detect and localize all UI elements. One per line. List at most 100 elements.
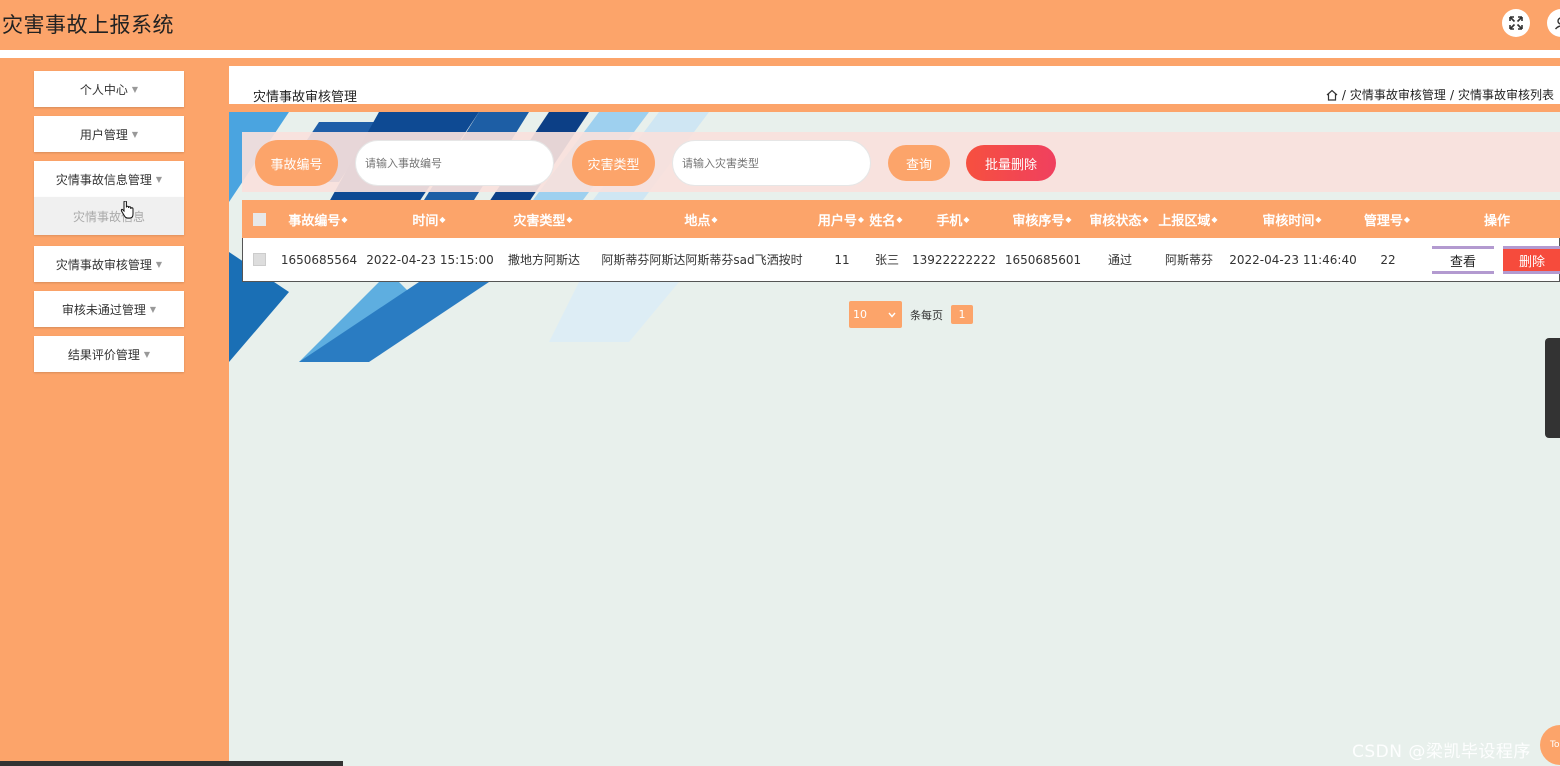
page-size-select[interactable]: 10 xyxy=(849,301,902,328)
page-number-button[interactable]: 1 xyxy=(951,305,973,324)
checkbox-box xyxy=(252,253,266,266)
breadcrumb: / 灾情事故审核管理 / 灾情事故审核列表 xyxy=(1326,86,1554,103)
row-checkbox[interactable] xyxy=(251,238,267,281)
table-cell: 撒地方阿斯达 xyxy=(507,253,580,267)
breadcrumb-bar: 灾情事故审核管理 / 灾情事故审核管理 / 灾情事故审核列表 xyxy=(229,66,1560,105)
table-cell: 22 xyxy=(1380,252,1396,267)
home-icon[interactable] xyxy=(1326,89,1338,101)
column-header[interactable]: 用户号 ◆ xyxy=(816,200,866,238)
breadcrumb-bottom-strip xyxy=(229,104,1560,112)
content-top-strip xyxy=(229,58,1560,66)
user-icon[interactable] xyxy=(1547,9,1560,37)
view-button[interactable]: 查看 xyxy=(1432,246,1494,274)
table-header: 事故编号 ◆ 时间 ◆ 灾害类型 ◆ 地点 ◆ 用户号 ◆ 姓名 ◆ 手机 ◆ 审核序号 ◆ 审… xyxy=(242,200,1560,238)
sidebar-item-review-failed[interactable]: 审核未通过管理 ▼ xyxy=(34,291,184,327)
chevron-down-icon xyxy=(888,312,896,318)
column-header[interactable]: 事故编号 ◆ xyxy=(278,200,358,238)
bottom-scrollbar[interactable] xyxy=(0,761,343,766)
table-cell: 1650685601 xyxy=(1004,252,1082,267)
disaster-type-input[interactable] xyxy=(672,140,871,186)
table-cell: 11 xyxy=(834,252,850,267)
table-cell: 13922222222 xyxy=(912,252,996,267)
column-header: 操作 xyxy=(1422,200,1560,238)
column-header[interactable]: 姓名 ◆ xyxy=(866,200,906,238)
select-all-checkbox[interactable] xyxy=(251,200,267,238)
batch-delete-button[interactable]: 批量删除 xyxy=(966,145,1056,181)
column-header-label: 用户号 xyxy=(817,213,857,229)
sort-icon: ◆ xyxy=(1142,214,1149,224)
column-header[interactable]: 上报区域 ◆ xyxy=(1154,200,1222,238)
column-header-label: 地点 xyxy=(684,213,711,229)
column-header-label: 灾害类型 xyxy=(513,213,566,229)
sort-icon: ◆ xyxy=(341,214,348,224)
sort-icon: ◆ xyxy=(439,214,446,224)
column-header-label: 操作 xyxy=(1483,213,1510,229)
back-to-top-label: To xyxy=(1550,740,1560,750)
submenu-item-label: 灾情事故信息 xyxy=(72,209,145,224)
accident-number-input[interactable] xyxy=(355,140,554,186)
column-header[interactable]: 地点 ◆ xyxy=(586,200,816,238)
caret-down-icon: ▼ xyxy=(149,304,157,314)
header-divider xyxy=(0,50,1560,58)
column-header[interactable]: 手机 ◆ xyxy=(906,200,1000,238)
sidebar-item-result-evaluation[interactable]: 结果评价管理 ▼ xyxy=(34,336,184,372)
app-header: 灾害事故上报系统 xyxy=(0,0,1560,50)
sort-icon: ◆ xyxy=(1403,214,1411,224)
column-header-label: 姓名 xyxy=(869,213,896,229)
data-table: 事故编号 ◆ 时间 ◆ 灾害类型 ◆ 地点 ◆ 用户号 ◆ 姓名 ◆ 手机 ◆ 审核序号 ◆ 审… xyxy=(242,200,1560,282)
column-header[interactable]: 审核时间 ◆ xyxy=(1222,200,1362,238)
submenu-item-disaster-info[interactable]: 灾情事故信息 xyxy=(34,197,184,235)
breadcrumb-item: 灾情事故审核列表 xyxy=(1457,88,1554,102)
breadcrumb-item[interactable]: 灾情事故审核管理 xyxy=(1350,86,1446,103)
column-header[interactable]: 灾害类型 ◆ xyxy=(500,200,586,238)
expand-icon[interactable] xyxy=(1502,9,1530,37)
column-header-label: 审核序号 xyxy=(1012,213,1065,229)
per-page-label: 条每页 xyxy=(910,308,943,322)
hand-cursor-icon xyxy=(120,201,134,219)
table-cell: 阿斯蒂芬阿斯达阿斯蒂芬sad飞洒按时 xyxy=(601,253,803,267)
caret-down-icon: ▼ xyxy=(155,174,163,184)
checkbox-box xyxy=(252,212,266,226)
sort-icon: ◆ xyxy=(566,214,573,224)
column-header-label: 手机 xyxy=(936,213,963,229)
column-header-label: 上报区域 xyxy=(1158,213,1211,229)
user-icon-svg xyxy=(1554,17,1560,30)
disaster-type-label: 灾害类型 xyxy=(572,140,655,186)
search-bar: 事故编号 灾害类型 查询 批量删除 xyxy=(242,132,1560,192)
accident-number-label: 事故编号 xyxy=(255,140,338,186)
sidebar-item-label: 结果评价管理 xyxy=(67,347,140,362)
expand-icon-svg xyxy=(1509,16,1523,30)
page-title: 灾情事故审核管理 xyxy=(253,90,358,105)
page-size-value: 10 xyxy=(853,308,867,321)
caret-down-icon: ▼ xyxy=(143,349,151,359)
breadcrumb-separator: / xyxy=(1449,87,1454,102)
sidebar-item-personal-center[interactable]: 个人中心 ▼ xyxy=(34,71,184,107)
sort-icon: ◆ xyxy=(1315,214,1322,224)
delete-button[interactable]: 删除 xyxy=(1503,246,1560,274)
caret-down-icon: ▼ xyxy=(131,129,139,139)
column-header-label: 审核状态 xyxy=(1089,213,1142,229)
column-header[interactable]: 管理号 ◆ xyxy=(1362,200,1412,238)
sidebar-item-label: 审核未通过管理 xyxy=(61,302,146,317)
sort-icon: ◆ xyxy=(963,214,970,224)
sidebar-item-user-management[interactable]: 用户管理 ▼ xyxy=(34,116,184,152)
sidebar-item-disaster-review[interactable]: 灾情事故审核管理 ▼ xyxy=(34,246,184,282)
pagination: 10 条每页 1 xyxy=(849,301,973,328)
table-cell: 通过 xyxy=(1107,253,1132,267)
side-drawer-handle[interactable] xyxy=(1545,338,1560,438)
column-header-label: 审核时间 xyxy=(1262,213,1315,229)
breadcrumb-separator: / xyxy=(1341,87,1346,102)
column-header-label: 管理号 xyxy=(1363,213,1403,229)
column-header[interactable]: 时间 ◆ xyxy=(358,200,500,238)
app-title: 灾害事故上报系统 xyxy=(2,13,174,37)
query-button[interactable]: 查询 xyxy=(888,145,950,181)
table-cell: 张三 xyxy=(874,253,899,267)
sort-icon: ◆ xyxy=(1211,214,1218,224)
sidebar-item-label: 个人中心 xyxy=(79,82,128,97)
column-header[interactable]: 审核序号 ◆ xyxy=(1000,200,1084,238)
sort-icon: ◆ xyxy=(711,214,718,224)
table-row: 1650685564 2022-04-23 15:15:00 撒地方阿斯达 阿斯… xyxy=(242,238,1560,282)
column-header[interactable]: 审核状态 ◆ xyxy=(1084,200,1154,238)
sort-icon: ◆ xyxy=(896,214,903,224)
sidebar-item-disaster-info[interactable]: 灾情事故信息管理 ▼ xyxy=(34,161,184,197)
